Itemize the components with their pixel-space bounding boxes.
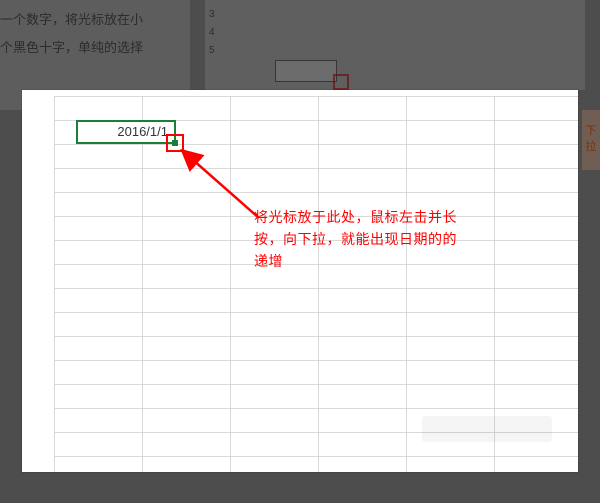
fill-handle[interactable] [172, 140, 178, 146]
spreadsheet-area[interactable]: 2016/1/1 将光标放于此处，鼠标左击并长按，向下拉，就能出现日期的的递增 [34, 96, 578, 472]
bg-thumb-row-numbers: 345 [209, 6, 215, 60]
bg-right-strip: 下拉 [582, 110, 600, 170]
bg-spreadsheet-thumbnail: 345 [205, 0, 585, 90]
active-cell[interactable]: 2016/1/1 [76, 120, 176, 144]
bg-article-line: 一个数字，将光标放在小 [0, 6, 182, 34]
bg-article-line: 个黑色十字，单纯的选择 [0, 34, 182, 62]
callout-annotation-text: 将光标放于此处，鼠标左击并长按，向下拉，就能出现日期的的递增 [254, 206, 464, 272]
watermark-smudge [422, 416, 552, 442]
lightbox-image[interactable]: 2016/1/1 将光标放于此处，鼠标左击并长按，向下拉，就能出现日期的的递增 [22, 90, 578, 472]
